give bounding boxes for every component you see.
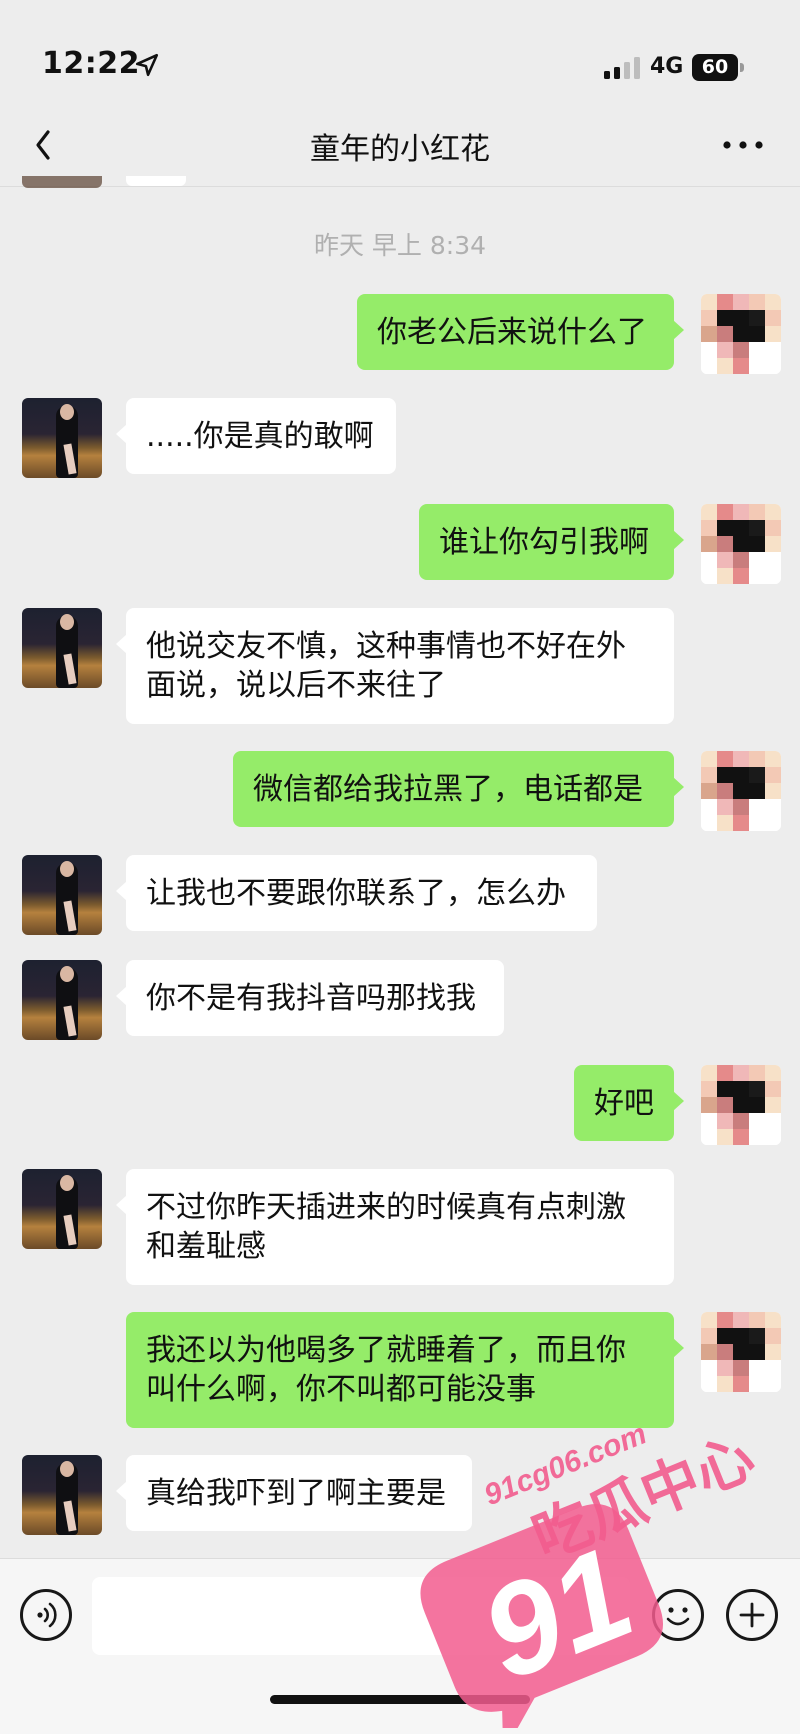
message-input[interactable] — [92, 1577, 630, 1655]
contact-avatar[interactable] — [22, 960, 102, 1040]
contact-avatar[interactable] — [22, 855, 102, 935]
message-bubble-sent[interactable]: 微信都给我拉黑了，电话都是 — [233, 751, 684, 827]
emoji-icon[interactable] — [652, 1589, 704, 1641]
partial-avatar — [22, 176, 102, 188]
message-bubble-sent[interactable]: 我还以为他喝多了就睡着了，而且你叫什么啊，你不叫都可能没事 — [126, 1312, 684, 1428]
message-bubble-sent[interactable]: 谁让你勾引我啊 — [419, 504, 684, 580]
message-bubble-received[interactable]: 真给我吓到了啊主要是 — [116, 1455, 472, 1531]
message-bubble-sent[interactable]: 你老公后来说什么了 — [357, 294, 684, 370]
battery-icon: 60 — [692, 54, 744, 81]
partial-bubble — [126, 176, 186, 186]
my-avatar[interactable] — [701, 1065, 781, 1145]
my-avatar[interactable] — [701, 751, 781, 831]
watermark-domain: 91cg06.com — [480, 1417, 652, 1512]
chat-header: 童年的小红花 — [0, 110, 800, 187]
status-bar: 12:22 4G 60 — [0, 0, 800, 110]
contact-avatar[interactable] — [22, 608, 102, 688]
message-timestamp: 昨天 早上 8:34 — [313, 231, 487, 260]
battery-level: 60 — [692, 54, 738, 81]
my-avatar[interactable] — [701, 1312, 781, 1392]
message-bubble-received[interactable]: 让我也不要跟你联系了，怎么办 — [116, 855, 597, 931]
message-bubble-received[interactable]: 你不是有我抖音吗那找我 — [116, 960, 504, 1036]
chat-title: 童年的小红花 — [310, 132, 490, 167]
location-arrow-icon — [135, 53, 159, 77]
status-time: 12:22 — [42, 46, 140, 81]
contact-avatar[interactable] — [22, 398, 102, 478]
contact-avatar[interactable] — [22, 1169, 102, 1249]
message-bubble-sent[interactable]: 好吧 — [574, 1065, 684, 1141]
my-avatar[interactable] — [701, 294, 781, 374]
more-dots-icon[interactable] — [718, 130, 768, 160]
my-avatar[interactable] — [701, 504, 781, 584]
input-bar — [0, 1558, 800, 1734]
home-indicator — [270, 1695, 530, 1704]
plus-icon[interactable] — [726, 1589, 778, 1641]
message-bubble-received[interactable]: .....你是真的敢啊 — [116, 398, 396, 474]
message-bubble-received[interactable]: 不过你昨天插进来的时候真有点刺激和羞耻感 — [116, 1169, 674, 1285]
voice-icon[interactable] — [20, 1589, 72, 1641]
contact-avatar[interactable] — [22, 1455, 102, 1535]
message-bubble-received[interactable]: 他说交友不慎，这种事情也不好在外面说，说以后不来往了 — [116, 608, 674, 724]
watermark-brand: 吃瓜中心 — [523, 1422, 764, 1572]
signal-icon — [604, 57, 640, 79]
network-type: 4G — [650, 54, 684, 79]
